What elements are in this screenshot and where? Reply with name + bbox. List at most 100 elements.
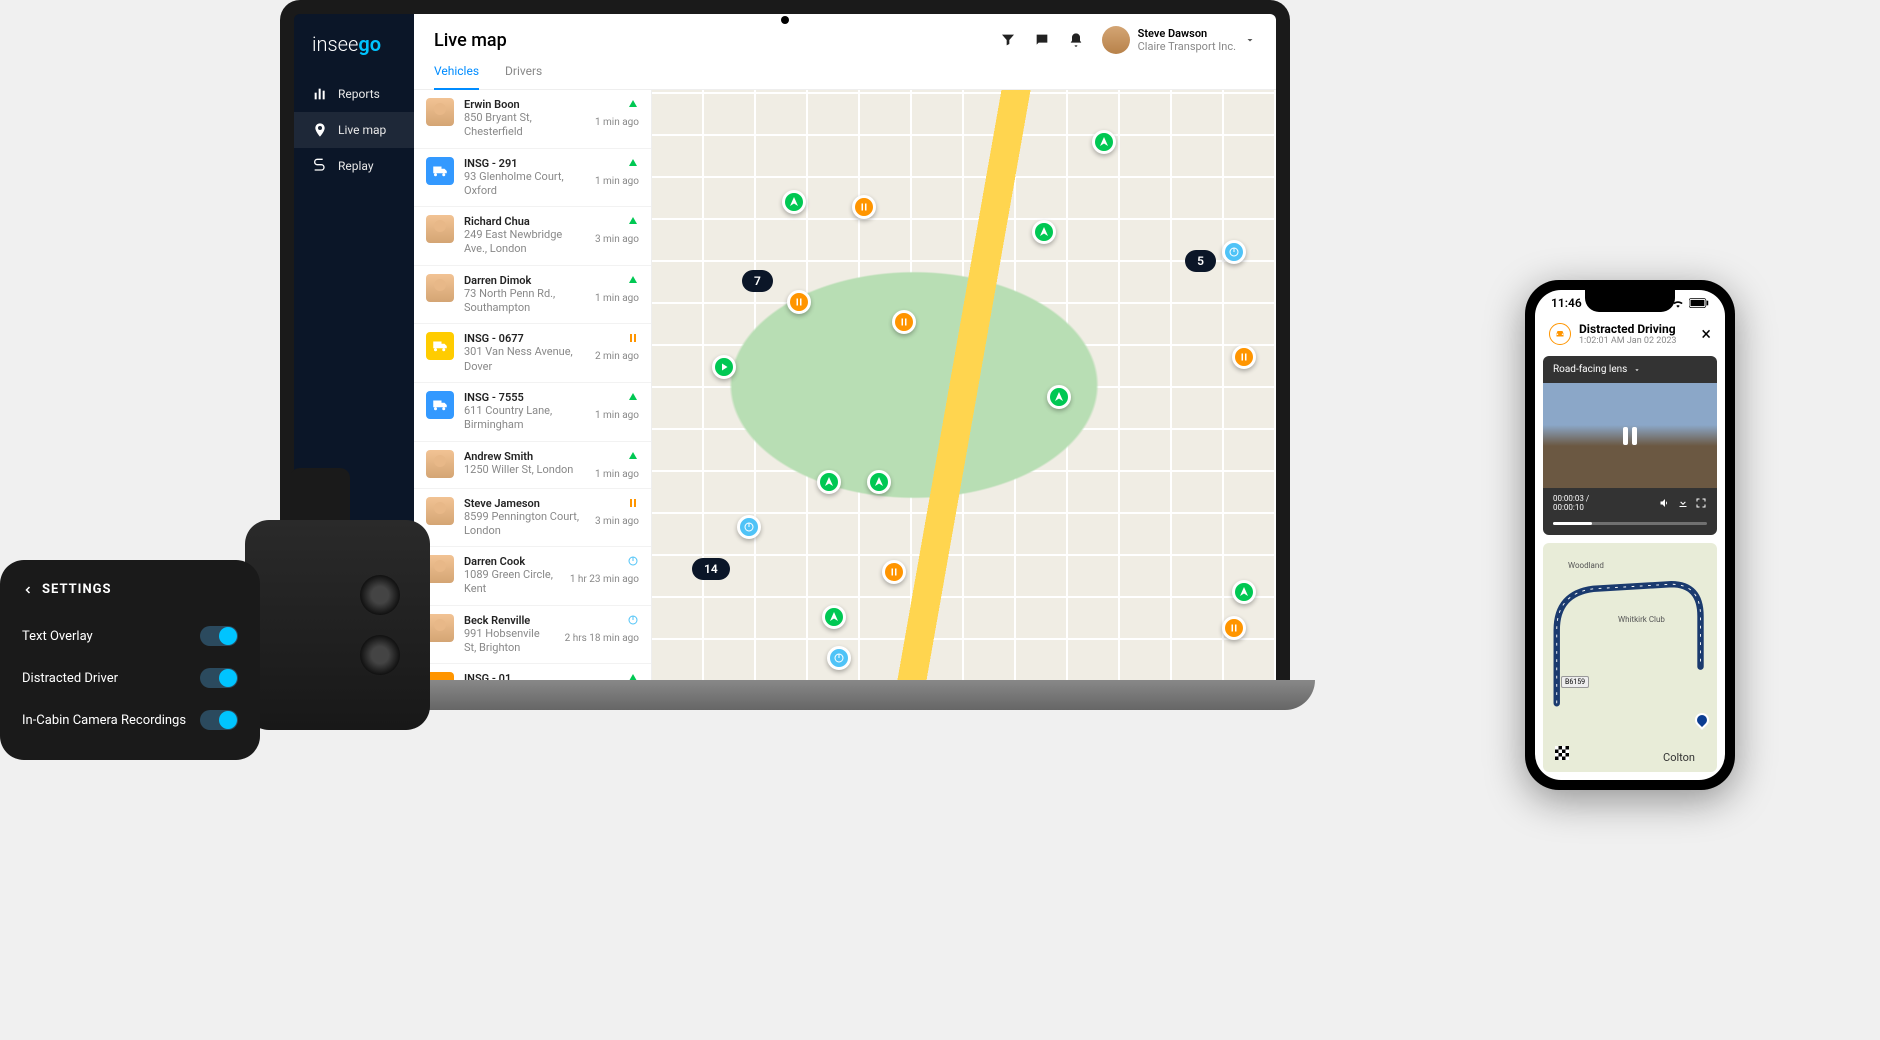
map-marker-moving[interactable]: [1092, 130, 1116, 154]
webcam-dot: [781, 16, 789, 24]
nav-label: Replay: [338, 159, 374, 173]
map-marker-paused[interactable]: [1232, 345, 1256, 369]
driver-avatar: [426, 274, 454, 302]
tab-vehicles[interactable]: Vehicles: [434, 64, 479, 90]
map-marker-power[interactable]: [737, 515, 761, 539]
vehicle-list-item[interactable]: Darren Dimok73 North Penn Rd., Southampt…: [414, 266, 651, 325]
map-marker-power[interactable]: [1222, 240, 1246, 264]
vehicle-list-item[interactable]: Beck Renville991 Hobsenvile St, Brighton…: [414, 606, 651, 665]
map-marker-paused[interactable]: [852, 195, 876, 219]
dashcam-mount: [290, 468, 350, 528]
pause-icon[interactable]: [1623, 427, 1637, 445]
lens-select[interactable]: Road-facing lens: [1543, 356, 1717, 383]
vehicle-name: Darren Dimok: [464, 274, 585, 287]
status-icon: [627, 215, 639, 230]
page-title: Live map: [434, 30, 507, 51]
map-cluster[interactable]: 7: [742, 270, 773, 292]
phone-notch: [1585, 290, 1675, 312]
fullscreen-icon[interactable]: [1695, 497, 1707, 509]
brand-logo: inseego: [294, 28, 414, 76]
settings-row: In-Cabin Camera Recordings: [22, 699, 238, 741]
vehicle-address: 611 Country Lane, Birmingham: [464, 404, 585, 433]
vehicle-list-item[interactable]: Andrew Smith1250 Willer St, London1 min …: [414, 442, 651, 489]
vehicle-time: 1 min ago: [595, 410, 639, 421]
settings-row: Distracted Driver: [22, 657, 238, 699]
video-frame[interactable]: [1543, 383, 1717, 488]
vehicle-name: INSG - 7555: [464, 391, 585, 404]
map-marker-moving[interactable]: [1032, 220, 1056, 244]
user-company: Claire Transport Inc.: [1138, 40, 1236, 53]
vehicle-list-item[interactable]: INSG - 0677301 Van Ness Avenue, Dover2 m…: [414, 324, 651, 383]
toggle-switch[interactable]: [200, 626, 238, 646]
map-marker-play[interactable]: [712, 355, 736, 379]
dashcam-lens: [360, 575, 400, 615]
video-progress[interactable]: [1553, 522, 1707, 525]
map-cluster[interactable]: 5: [1185, 250, 1216, 272]
vehicle-time: 1 min ago: [595, 293, 639, 304]
content: Erwin Boon850 Bryant St, Chesterfield1 m…: [414, 90, 1276, 680]
laptop-screen: inseego Reports Live map Replay Live map: [280, 0, 1290, 680]
vehicle-name: Darren Cook: [464, 555, 560, 568]
vehicle-list-item[interactable]: INSG - 29193 Glenholme Court, Oxford1 mi…: [414, 149, 651, 208]
map-marker-paused[interactable]: [1222, 616, 1246, 640]
chat-icon[interactable]: [1034, 32, 1050, 48]
map-marker-paused[interactable]: [787, 290, 811, 314]
map-label: Colton: [1663, 751, 1695, 764]
status-icon: [627, 332, 639, 347]
vehicle-time: 1 min ago: [595, 176, 639, 187]
vehicle-address: 991 Hobsenvile St, Brighton: [464, 627, 555, 656]
vehicle-time: 1 min ago: [595, 117, 639, 128]
volume-icon[interactable]: [1659, 497, 1671, 509]
map-marker-moving[interactable]: [782, 190, 806, 214]
vehicle-address: 301 Van Ness Avenue, Dover: [464, 345, 585, 374]
vehicle-list-item[interactable]: Richard Chua249 East Newbridge Ave., Lon…: [414, 207, 651, 266]
driver-avatar: [426, 450, 454, 478]
filter-icon[interactable]: [1000, 32, 1016, 48]
bell-icon[interactable]: [1068, 32, 1084, 48]
driver-avatar: [426, 614, 454, 642]
vehicle-list-item[interactable]: Steve Jameson8599 Pennington Court, Lond…: [414, 489, 651, 548]
dashcam-lens: [360, 635, 400, 675]
vehicle-time: 3 min ago: [595, 516, 639, 527]
finish-flag-icon: [1555, 746, 1569, 760]
vehicle-name: Steve Jameson: [464, 497, 585, 510]
nav-replay[interactable]: Replay: [294, 148, 414, 184]
live-map[interactable]: 7 5 14: [652, 90, 1276, 680]
laptop-device: inseego Reports Live map Replay Live map: [280, 0, 1290, 720]
vehicle-list[interactable]: Erwin Boon850 Bryant St, Chesterfield1 m…: [414, 90, 652, 680]
vehicle-list-item[interactable]: Darren Cook1089 Green Circle, Kent1 hr 2…: [414, 547, 651, 606]
phone-screen: 11:46 Distracted Driving 1:02:01 AM Jan …: [1535, 290, 1725, 780]
map-marker-moving[interactable]: [822, 605, 846, 629]
vehicle-list-item[interactable]: Erwin Boon850 Bryant St, Chesterfield1 m…: [414, 90, 651, 149]
vehicle-name: Beck Renville: [464, 614, 555, 627]
alert-header: Distracted Driving 1:02:01 AM Jan 02 202…: [1535, 312, 1725, 356]
map-marker-power[interactable]: [827, 646, 851, 670]
toggle-switch[interactable]: [200, 710, 238, 730]
map-marker-moving[interactable]: [1232, 580, 1256, 604]
download-icon[interactable]: [1677, 497, 1689, 509]
vehicle-time: 2 min ago: [595, 351, 639, 362]
map-marker-moving[interactable]: [1047, 385, 1071, 409]
dashcam-device: SETTINGS Text OverlayDistracted DriverIn…: [0, 480, 430, 770]
status-icon: [627, 98, 639, 113]
vehicle-time: 1 min ago: [595, 469, 639, 480]
settings-header[interactable]: SETTINGS: [22, 582, 238, 597]
map-marker-moving[interactable]: [867, 470, 891, 494]
phone-device: 11:46 Distracted Driving 1:02:01 AM Jan …: [1525, 280, 1735, 790]
close-button[interactable]: ×: [1701, 324, 1711, 345]
map-marker-moving[interactable]: [817, 470, 841, 494]
video-controls: 00:00:03 / 00:00:10: [1543, 488, 1717, 518]
driver-avatar: [426, 98, 454, 126]
map-cluster[interactable]: 14: [692, 558, 730, 580]
nav-reports[interactable]: Reports: [294, 76, 414, 112]
map-marker-paused[interactable]: [882, 560, 906, 584]
vehicle-list-item[interactable]: INSG - 7555611 Country Lane, Birmingham 1…: [414, 383, 651, 442]
vehicle-list-item[interactable]: INSG - 01James Smith: [414, 664, 651, 680]
user-menu[interactable]: Steve Dawson Claire Transport Inc.: [1102, 26, 1256, 54]
toggle-switch[interactable]: [200, 668, 238, 688]
alert-timestamp: 1:02:01 AM Jan 02 2023: [1579, 336, 1677, 346]
phone-map[interactable]: Whitkirk Club Colton Woodland B6159: [1543, 543, 1717, 772]
map-marker-paused[interactable]: [892, 310, 916, 334]
tab-drivers[interactable]: Drivers: [505, 64, 542, 89]
nav-live-map[interactable]: Live map: [294, 112, 414, 148]
